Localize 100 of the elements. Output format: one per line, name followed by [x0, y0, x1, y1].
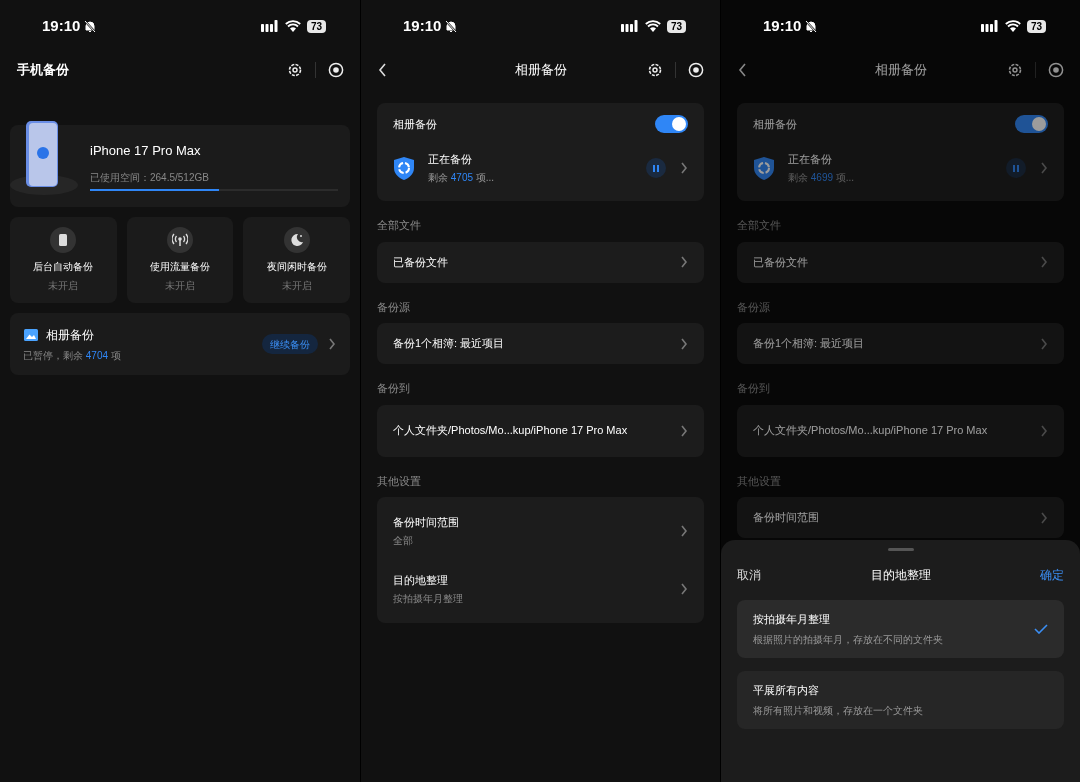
feature-label: 夜间闲时备份 — [266, 260, 327, 274]
target-icon[interactable] — [1048, 62, 1064, 78]
pause-icon — [653, 164, 659, 172]
settings-icon[interactable] — [647, 62, 663, 78]
storage-usage: 已使用空间：264.5/512GB — [90, 171, 210, 186]
signal-icon — [980, 20, 999, 32]
settings-row[interactable]: 备份1个相簿: 最近项目 — [753, 328, 1048, 359]
sheet-title: 目的地整理 — [870, 567, 931, 584]
chevron-right-icon — [1040, 423, 1048, 438]
section-header: 其他设置 — [737, 473, 782, 489]
section-header: 备份源 — [737, 299, 771, 315]
feature-state: 未开启 — [281, 279, 312, 293]
back-icon[interactable] — [377, 63, 389, 77]
chevron-right-icon — [680, 423, 688, 438]
settings-row[interactable]: 个人文件夹/Photos/Mo...kup/iPhone 17 Pro Max — [393, 409, 688, 452]
section-header: 其他设置 — [377, 473, 422, 489]
signal-icon — [260, 20, 279, 32]
settings-row[interactable]: 个人文件夹/Photos/Mo...kup/iPhone 17 Pro Max — [753, 409, 1048, 452]
option-description: 根据照片的拍摄年月，存放在不同的文件夹 — [753, 632, 943, 647]
option-card[interactable]: 按拍摄年月整理 根据照片的拍摄年月，存放在不同的文件夹 — [737, 600, 1064, 658]
feature-card[interactable]: 夜间闲时备份 未开启 — [243, 217, 350, 303]
pause-button[interactable] — [646, 158, 666, 178]
wifi-icon — [1004, 20, 1021, 32]
row-subtitle: 按拍摄年月整理 — [393, 592, 463, 607]
row-title: 已备份文件 — [393, 254, 448, 270]
settings-row[interactable]: 备份时间范围 全部 — [393, 502, 688, 560]
page-title: 相册备份 — [874, 61, 927, 80]
feature-state: 未开启 — [48, 279, 79, 293]
drag-handle[interactable] — [887, 548, 914, 551]
chevron-right-icon — [1040, 510, 1048, 525]
option-card[interactable]: 平展所有内容 将所有照片和视频，存放在一个文件夹 — [737, 671, 1064, 729]
section-header: 备份到 — [377, 381, 411, 396]
bell-muted-icon — [805, 19, 818, 33]
settings-icon[interactable] — [287, 62, 303, 78]
toggle-label: 相册备份 — [393, 116, 437, 132]
album-status: 已暂停，剩余 4704 项 — [23, 348, 122, 363]
device-name: iPhone 17 Pro Max — [90, 141, 202, 160]
album-backup-card[interactable]: 相册备份 已暂停，剩余 4704 项 继续备份 — [10, 313, 350, 375]
settings-row[interactable]: 目的地整理 按拍摄年月整理 — [393, 560, 688, 618]
row-title: 已备份文件 — [753, 254, 808, 270]
confirm-button[interactable]: 确定 — [1040, 566, 1064, 584]
row-title: 备份时间范围 — [393, 514, 459, 530]
row-title: 备份时间范围 — [753, 510, 819, 526]
chevron-right-icon — [680, 336, 688, 351]
feature-label: 后台自动备份 — [33, 260, 94, 274]
shield-sync-icon — [393, 155, 415, 181]
bell-muted-icon — [84, 19, 97, 33]
chevron-right-icon — [680, 524, 688, 538]
row-title: 目的地整理 — [393, 572, 449, 588]
option-description: 将所有照片和视频，存放在一个文件夹 — [753, 703, 923, 718]
wifi-icon — [644, 20, 661, 32]
chevron-right-icon — [680, 582, 688, 596]
settings-row[interactable]: 备份1个相簿: 最近项目 — [393, 328, 688, 359]
progress-remaining: 剩余 4705 项... — [428, 170, 496, 185]
shield-sync-icon — [753, 155, 775, 181]
option-title: 按拍摄年月整理 — [753, 612, 831, 628]
feature-label: 使用流量备份 — [150, 260, 210, 274]
feature-state: 未开启 — [165, 279, 195, 293]
antenna-icon — [172, 233, 188, 247]
target-icon[interactable] — [688, 62, 704, 78]
chevron-right-icon — [680, 255, 688, 269]
wifi-icon — [284, 20, 301, 32]
settings-row[interactable]: 已备份文件 — [753, 246, 1048, 278]
toggle-switch[interactable] — [1015, 115, 1048, 133]
section-header: 全部文件 — [377, 218, 422, 233]
bell-muted-icon — [445, 19, 458, 33]
settings-icon[interactable] — [1007, 62, 1023, 78]
target-icon[interactable] — [328, 62, 344, 78]
checkmark-icon — [1034, 624, 1048, 634]
progress-remaining: 剩余 4699 项... — [788, 170, 856, 185]
settings-row[interactable]: 备份时间范围 — [753, 502, 1048, 533]
clock-time: 19:10 — [403, 15, 442, 36]
battery-indicator: 73 — [666, 19, 686, 33]
row-title: 个人文件夹/Photos/Mo...kup/iPhone 17 Pro Max — [753, 423, 988, 439]
image-icon — [24, 328, 38, 341]
battery-indicator: 73 — [306, 19, 326, 33]
chevron-right-icon — [1040, 255, 1048, 269]
signal-icon — [620, 20, 639, 32]
row-subtitle: 全部 — [393, 534, 414, 549]
section-header: 备份源 — [377, 299, 411, 315]
pause-icon — [1013, 164, 1019, 172]
page-title: 相册备份 — [514, 61, 567, 80]
pause-button[interactable] — [1006, 158, 1026, 178]
chevron-right-icon — [1040, 161, 1048, 175]
phone-icon — [57, 233, 70, 247]
toggle-switch[interactable] — [655, 115, 688, 133]
row-title: 个人文件夹/Photos/Mo...kup/iPhone 17 Pro Max — [393, 423, 628, 439]
cancel-button[interactable]: 取消 — [737, 566, 761, 584]
section-header: 全部文件 — [737, 218, 782, 233]
resume-button[interactable]: 继续备份 — [262, 334, 318, 354]
progress-title: 正在备份 — [428, 152, 473, 168]
toggle-label: 相册备份 — [753, 116, 797, 132]
feature-card[interactable]: 后台自动备份 未开启 — [10, 217, 117, 303]
row-title: 备份1个相簿: 最近项目 — [753, 336, 865, 352]
chevron-right-icon — [1040, 336, 1048, 351]
clock-time: 19:10 — [42, 15, 81, 36]
chevron-right-icon — [328, 337, 336, 351]
page-title: 手机备份 — [17, 61, 69, 80]
feature-card[interactable]: 使用流量备份 未开启 — [126, 217, 234, 303]
settings-row[interactable]: 已备份文件 — [393, 246, 688, 278]
